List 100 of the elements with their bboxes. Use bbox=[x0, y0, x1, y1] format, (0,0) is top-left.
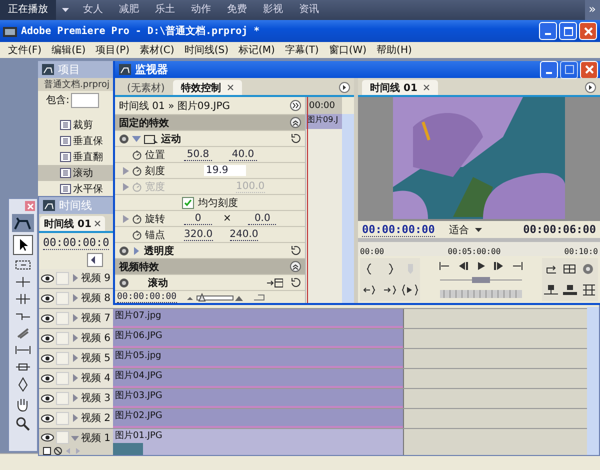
timecode[interactable]: 00:00:00:0 bbox=[43, 236, 110, 250]
maximize-button[interactable] bbox=[559, 22, 577, 40]
caret-icon[interactable] bbox=[62, 8, 69, 12]
play-in-to-out-icon[interactable] bbox=[402, 284, 418, 296]
lock-toggle[interactable] bbox=[56, 292, 69, 304]
zoom-dropdown[interactable]: 适合 bbox=[448, 222, 482, 236]
stopwatch-icon[interactable] bbox=[132, 166, 142, 176]
ripple-edit-icon[interactable] bbox=[14, 275, 32, 289]
collapse-icon[interactable] bbox=[290, 117, 301, 128]
eye-icon[interactable] bbox=[41, 394, 54, 402]
parameter-value[interactable]: 0 bbox=[184, 212, 212, 224]
clip[interactable]: 图片04.JPG bbox=[113, 369, 403, 388]
channel-tab[interactable]: 免费 bbox=[219, 0, 255, 20]
channel-tab[interactable]: 女人 bbox=[75, 0, 111, 20]
expand-triangle-icon[interactable] bbox=[71, 354, 79, 362]
lock-toggle[interactable] bbox=[56, 332, 69, 344]
effect-list-item[interactable]: 水平保 bbox=[38, 181, 113, 197]
menu-item[interactable]: 素材(C) bbox=[134, 43, 180, 57]
lock-toggle[interactable] bbox=[56, 431, 69, 444]
close-icon[interactable] bbox=[423, 84, 430, 91]
expand-triangle-icon[interactable] bbox=[132, 246, 141, 254]
reset-icon[interactable] bbox=[290, 277, 301, 288]
eye-icon[interactable] bbox=[41, 314, 54, 322]
effect-list-item[interactable]: 垂直保 bbox=[38, 133, 113, 149]
close-icon[interactable] bbox=[226, 84, 234, 91]
panel-tab[interactable]: (无素材) bbox=[119, 80, 173, 95]
step-back-icon[interactable] bbox=[457, 260, 469, 271]
safe-margins-icon[interactable] bbox=[563, 262, 576, 275]
channel-tab[interactable]: 影视 bbox=[255, 0, 291, 20]
lock-toggle[interactable] bbox=[56, 272, 69, 284]
expand-triangle-icon[interactable] bbox=[71, 294, 79, 302]
close-icon[interactable] bbox=[94, 220, 102, 227]
minimize-button[interactable] bbox=[540, 61, 558, 78]
menu-item[interactable]: 窗口(W) bbox=[324, 43, 372, 57]
maximize-button[interactable] bbox=[560, 61, 578, 78]
zoom-slider-icon[interactable] bbox=[186, 292, 243, 302]
menu-item[interactable]: 时间线(S) bbox=[179, 43, 234, 57]
channel-tab[interactable]: 资讯 bbox=[291, 0, 327, 20]
parameter-value[interactable]: 320.0 bbox=[184, 228, 213, 240]
clip[interactable]: 图片01.JPG bbox=[113, 429, 403, 455]
zoom-icon[interactable] bbox=[14, 415, 32, 431]
rolling-edit-icon[interactable] bbox=[14, 292, 32, 306]
menu-item[interactable]: 帮助(H) bbox=[372, 43, 417, 57]
go-to-in-icon[interactable] bbox=[363, 284, 377, 296]
effect-toggle-icon[interactable] bbox=[119, 246, 129, 256]
lock-toggle[interactable] bbox=[56, 412, 69, 424]
channel-tab[interactable]: 正在播放 bbox=[0, 0, 56, 20]
expand-triangle-icon[interactable] bbox=[71, 414, 79, 422]
selection-tool-icon[interactable] bbox=[13, 235, 33, 255]
step-forward-icon[interactable] bbox=[493, 260, 505, 271]
effect-list-item[interactable]: 滚动 bbox=[38, 165, 113, 181]
more-button[interactable]: » bbox=[584, 0, 600, 20]
channel-tab[interactable]: 动作 bbox=[183, 0, 219, 20]
expand-triangle-icon[interactable] bbox=[132, 134, 141, 142]
panel-menu-icon[interactable] bbox=[585, 82, 596, 93]
menu-item[interactable]: 标记(M) bbox=[233, 43, 280, 57]
track-select-icon[interactable] bbox=[14, 258, 32, 272]
minimize-button[interactable] bbox=[539, 22, 557, 40]
lock-toggle[interactable] bbox=[56, 312, 69, 324]
expand-triangle-icon[interactable] bbox=[71, 274, 79, 282]
slider-thumb[interactable] bbox=[472, 277, 490, 284]
eye-icon[interactable] bbox=[41, 414, 54, 422]
go-to-end-icon[interactable] bbox=[511, 260, 523, 271]
scrollbar[interactable] bbox=[342, 114, 354, 303]
eye-icon[interactable] bbox=[41, 294, 54, 302]
checkbox[interactable] bbox=[182, 196, 194, 208]
lock-toggle[interactable] bbox=[56, 392, 69, 404]
expand-triangle-icon[interactable] bbox=[71, 394, 79, 402]
close-button[interactable] bbox=[580, 61, 598, 78]
expand-triangle-icon[interactable] bbox=[71, 314, 79, 322]
eye-icon[interactable] bbox=[41, 374, 54, 382]
expand-triangle-icon[interactable] bbox=[71, 374, 79, 382]
lift-icon[interactable] bbox=[544, 284, 558, 296]
timeline-tab[interactable]: 时间线 01 bbox=[40, 216, 106, 231]
time-ruler[interactable]: 00:00 00:05:00:00 00:10:0 bbox=[358, 238, 600, 256]
double-chevron-icon[interactable] bbox=[290, 100, 301, 111]
menu-item[interactable]: 项目(P) bbox=[90, 43, 135, 57]
clip[interactable]: 图片02.JPG bbox=[113, 409, 403, 428]
snap-icon[interactable] bbox=[87, 253, 103, 267]
extract-icon[interactable] bbox=[562, 284, 577, 296]
output-icon[interactable] bbox=[582, 262, 596, 275]
scrollbar[interactable] bbox=[587, 307, 599, 455]
timecode[interactable]: 00:00:00:00 bbox=[362, 222, 435, 236]
eye-icon[interactable] bbox=[41, 433, 54, 442]
eye-icon[interactable] bbox=[41, 274, 54, 282]
filter-field[interactable] bbox=[71, 92, 100, 108]
menu-item[interactable]: 字幕(T) bbox=[280, 43, 324, 57]
panel-tab[interactable]: 特效控制 bbox=[172, 80, 242, 95]
reset-icon[interactable] bbox=[290, 133, 301, 144]
slip-icon[interactable] bbox=[14, 343, 32, 357]
parameter-value[interactable]: 0.0 bbox=[248, 212, 276, 224]
stopwatch-icon[interactable] bbox=[132, 214, 142, 224]
parameter-value[interactable]: 50.8 bbox=[184, 148, 212, 160]
channel-tab[interactable]: 乐土 bbox=[147, 0, 183, 20]
effect-list-item[interactable]: 垂直翻 bbox=[38, 149, 113, 165]
lock-toggle[interactable] bbox=[56, 352, 69, 364]
clip[interactable]: 图片06.JPG bbox=[113, 329, 403, 348]
effect-list-item[interactable]: 裁剪 bbox=[38, 117, 113, 133]
stopwatch-icon[interactable] bbox=[132, 230, 142, 240]
effect-toggle-icon[interactable] bbox=[119, 278, 129, 288]
